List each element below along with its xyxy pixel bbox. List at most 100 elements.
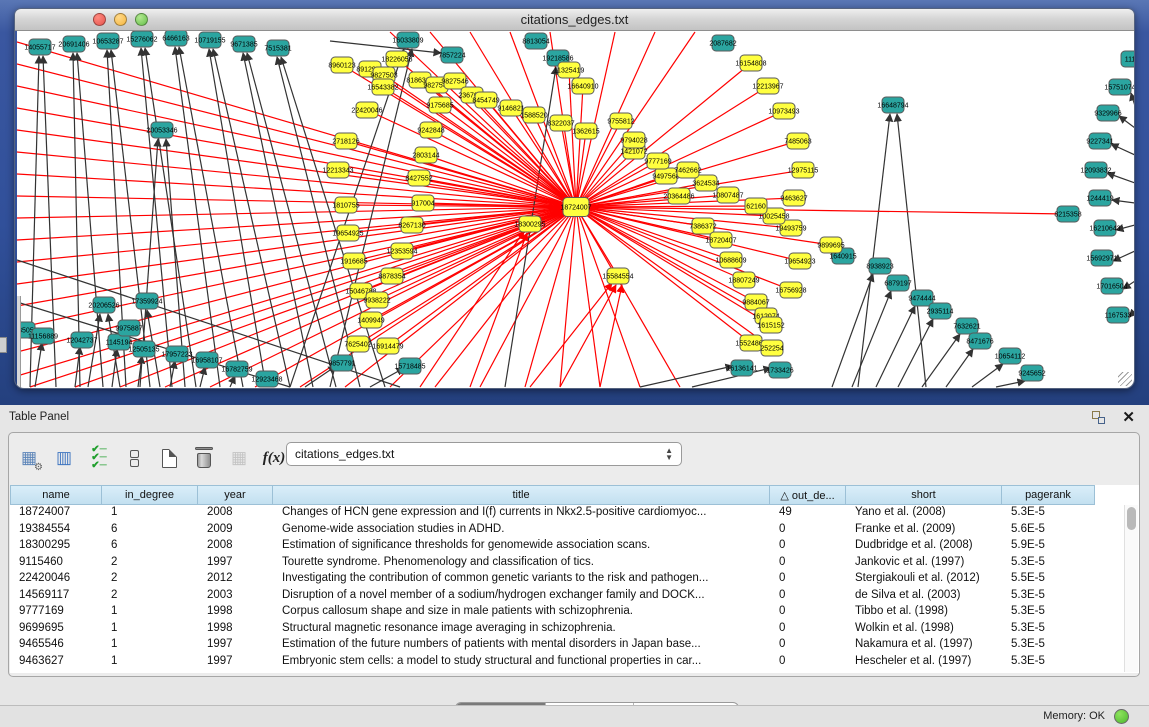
cell-out_degree[interactable]: 0 [770, 621, 846, 638]
column-header-short[interactable]: short [846, 485, 1002, 505]
cell-title[interactable]: Corpus callosum shape and size in male p… [273, 604, 770, 621]
cell-pagerank[interactable]: 5.6E-5 [1002, 522, 1095, 539]
function-builder-icon[interactable]: f(x) [262, 446, 286, 470]
column-header-year[interactable]: year [198, 485, 273, 505]
cell-year[interactable]: 2012 [198, 571, 273, 588]
column-header-name[interactable]: name [10, 485, 102, 505]
table-vertical-scrollbar[interactable] [1124, 505, 1138, 672]
graph-edge[interactable] [17, 108, 576, 207]
cell-in_degree[interactable]: 2 [102, 555, 198, 572]
graph-edge[interactable] [600, 285, 622, 387]
network-graph[interactable]: 1405571720691406106532871527606264661631… [17, 31, 1134, 388]
cell-year[interactable]: 2009 [198, 522, 273, 539]
table-row[interactable]: 946362711997Embryonic stem cells: a mode… [10, 654, 1110, 671]
cell-pagerank[interactable]: 5.3E-5 [1002, 555, 1095, 572]
graph-edge[interactable] [17, 42, 576, 207]
cell-pagerank[interactable]: 5.3E-5 [1002, 621, 1095, 638]
cell-year[interactable]: 1997 [198, 654, 273, 671]
table-row[interactable]: 1938455462009Genome-wide association stu… [10, 522, 1110, 539]
table-settings-icon[interactable]: ▦⚙ [17, 446, 41, 470]
graph-edge[interactable] [141, 48, 172, 387]
cell-in_degree[interactable]: 6 [102, 538, 198, 555]
cell-title[interactable]: Estimation of the future numbers of pati… [273, 637, 770, 654]
table-row[interactable]: 911546021997Tourette syndrome. Phenomeno… [10, 555, 1110, 572]
select-all-columns-icon[interactable]: ✔─✔─✔─ [87, 446, 111, 470]
table-row[interactable]: 1830029562008Estimation of significance … [10, 538, 1110, 555]
column-header-title[interactable]: title [273, 485, 770, 505]
graph-edge[interactable] [1111, 144, 1134, 155]
table-row[interactable]: 969969511998Structural magnetic resonanc… [10, 621, 1110, 638]
cell-out_degree[interactable]: 0 [770, 522, 846, 539]
table-row[interactable]: 2242004622012Investigating the contribut… [10, 571, 1110, 588]
cell-in_degree[interactable]: 1 [102, 604, 198, 621]
column-header-pagerank[interactable]: pagerank [1002, 485, 1095, 505]
graph-edge[interactable] [640, 366, 733, 387]
cell-in_degree[interactable]: 6 [102, 522, 198, 539]
cell-pagerank[interactable]: 5.5E-5 [1002, 571, 1095, 588]
cell-year[interactable]: 1997 [198, 637, 273, 654]
cell-title[interactable]: Tourette syndrome. Phenomenology and cla… [273, 555, 770, 572]
cell-year[interactable]: 2008 [198, 505, 273, 522]
graph-edge[interactable] [230, 376, 235, 387]
memory-ok-indicator[interactable] [1114, 709, 1129, 724]
graph-edge[interactable] [852, 291, 891, 387]
cell-year[interactable]: 1998 [198, 621, 273, 638]
graph-edge[interactable] [876, 306, 915, 387]
network-canvas[interactable]: 1405571720691406106532871527606264661631… [17, 31, 1134, 388]
cell-in_degree[interactable]: 1 [102, 654, 198, 671]
cell-in_degree[interactable]: 2 [102, 571, 198, 588]
cell-title[interactable]: Structural magnetic resonance image aver… [273, 621, 770, 638]
graph-edge[interactable] [922, 334, 960, 387]
cell-name[interactable]: 14569117 [10, 588, 102, 605]
cell-year[interactable]: 1997 [198, 555, 273, 572]
cell-out_degree[interactable]: 0 [770, 604, 846, 621]
cell-short[interactable]: Yano et al. (2008) [846, 505, 1002, 522]
cell-out_degree[interactable]: 0 [770, 538, 846, 555]
cell-short[interactable]: Dudbridge et al. (2008) [846, 538, 1002, 555]
graph-edge[interactable] [946, 349, 973, 387]
delete-table-icon[interactable] [192, 446, 216, 470]
graph-edge[interactable] [972, 364, 1003, 387]
cell-short[interactable]: Tibbo et al. (1998) [846, 604, 1002, 621]
graph-edge[interactable] [175, 47, 220, 387]
graph-edge[interactable] [1112, 200, 1134, 203]
graph-edge[interactable] [858, 114, 890, 387]
cell-name[interactable]: 9115460 [10, 555, 102, 572]
cell-short[interactable]: Hescheler et al. (1997) [846, 654, 1002, 671]
cell-in_degree[interactable]: 1 [102, 621, 198, 638]
cell-pagerank[interactable]: 5.3E-5 [1002, 654, 1095, 671]
cell-name[interactable]: 9699695 [10, 621, 102, 638]
cell-short[interactable]: Stergiakouli et al. (2012) [846, 571, 1002, 588]
create-table-icon[interactable] [157, 446, 181, 470]
cell-short[interactable]: Nakamura et al. (1997) [846, 637, 1002, 654]
graph-edge[interactable] [1107, 173, 1134, 183]
cell-pagerank[interactable]: 5.3E-5 [1002, 588, 1095, 605]
cell-in_degree[interactable]: 1 [102, 637, 198, 654]
graph-edge[interactable] [576, 207, 640, 387]
cell-pagerank[interactable]: 5.9E-5 [1002, 538, 1095, 555]
graph-edge[interactable] [576, 63, 751, 207]
cell-name[interactable]: 19384554 [10, 522, 102, 539]
graph-edge[interactable] [35, 343, 42, 387]
close-panel-icon[interactable]: ✕ [1122, 408, 1135, 426]
graph-edge[interactable] [832, 274, 873, 387]
column-header-in_degree[interactable]: in_degree [102, 485, 198, 505]
cell-title[interactable]: Embryonic stem cells: a model to study s… [273, 654, 770, 671]
collapsed-west-panel-handle[interactable] [0, 337, 7, 353]
table-row[interactable]: 1456911722003Disruption of a novel membe… [10, 588, 1110, 605]
cell-short[interactable]: de Silva et al. (2003) [846, 588, 1002, 605]
cell-out_degree[interactable]: 0 [770, 654, 846, 671]
graph-edge[interactable] [247, 53, 336, 387]
cell-name[interactable]: 18300295 [10, 538, 102, 555]
row-height-icon[interactable] [122, 446, 146, 470]
cell-name[interactable]: 18724007 [10, 505, 102, 522]
graph-edge[interactable] [1131, 93, 1134, 106]
float-panel-icon[interactable] [1092, 411, 1105, 424]
cell-name[interactable]: 22420046 [10, 571, 102, 588]
cell-name[interactable]: 9777169 [10, 604, 102, 621]
table-row[interactable]: 977716911998Corpus callosum shape and si… [10, 604, 1110, 621]
cell-out_degree[interactable]: 0 [770, 588, 846, 605]
cell-in_degree[interactable]: 1 [102, 505, 198, 522]
graph-edge[interactable] [996, 381, 1025, 387]
table-row[interactable]: 1872400712008Changes of HCN gene express… [10, 505, 1110, 522]
